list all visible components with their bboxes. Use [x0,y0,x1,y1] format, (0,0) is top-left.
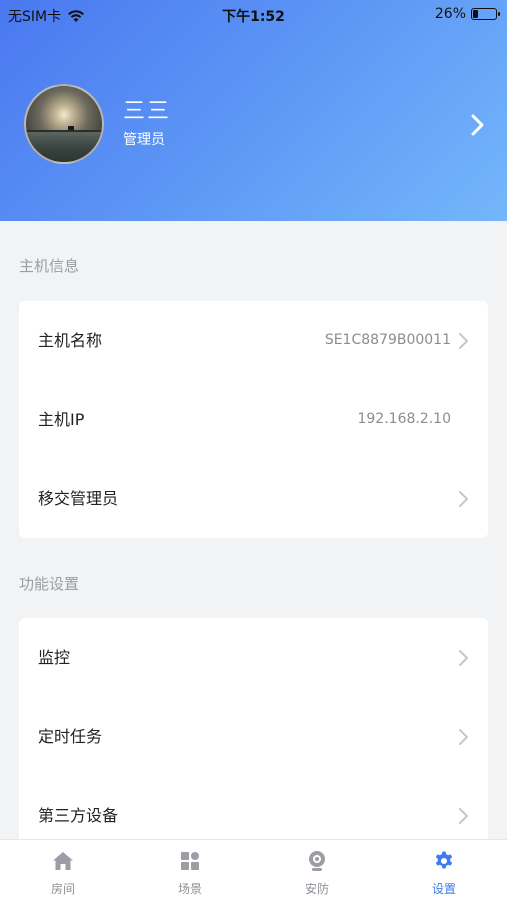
tab-settings[interactable]: 设置 [381,840,507,901]
status-time: 下午1:52 [222,9,285,25]
function-settings-card: 监控 定时任务 第三方设备 [19,618,488,858]
battery-fill [473,10,478,18]
chevron-right-icon [459,729,468,745]
row-host-name[interactable]: 主机名称 SE1C8879B00011 [19,301,488,380]
camera-icon [309,851,325,871]
avatar-horizon [26,130,102,132]
chevron-right-icon [459,650,468,666]
tab-scenes[interactable]: 场景 [127,840,253,901]
battery-percent: 26% [434,6,466,22]
row-value: SE1C8879B00011 [324,332,451,348]
tab-label: 设置 [431,882,456,896]
status-bar: 无SIM卡 下午1:52 26% [0,0,507,28]
tab-label: 场景 [177,882,202,896]
row-scheduled-tasks[interactable]: 定时任务 [19,697,488,776]
tab-bar: 房间 场景 安防 设置 [0,839,507,901]
row-label: 监控 [38,648,71,667]
section-title-host-info: 主机信息 [19,257,80,275]
row-value: 192.168.2.10 [357,411,451,427]
row-label: 移交管理员 [38,489,119,508]
host-info-card: 主机名称 SE1C8879B00011 主机IP 192.168.2.10 移交… [19,301,488,538]
battery-icon [471,8,500,20]
status-right: 26% [434,6,500,22]
home-icon [53,852,73,870]
gear-icon [435,851,453,869]
tab-security[interactable]: 安防 [254,840,380,901]
avatar-sea [26,132,102,162]
row-host-ip: 主机IP 192.168.2.10 [19,380,488,459]
user-role: 管理员 [123,132,165,148]
chevron-right-icon [459,808,468,824]
row-label: 主机IP [38,410,85,429]
avatar[interactable] [24,84,104,164]
avatar-boat [68,126,74,130]
row-label: 主机名称 [38,331,103,350]
row-monitoring[interactable]: 监控 [19,618,488,697]
profile-header: 无SIM卡 下午1:52 26% 三三 管理员 [0,0,507,221]
chevron-right-icon[interactable] [462,110,492,140]
chevron-right-icon [459,491,468,507]
grid-icon [181,852,199,870]
user-name: 三三 [123,99,172,124]
row-label: 定时任务 [38,727,103,746]
tab-label: 房间 [50,882,75,896]
chevron-right-icon [459,333,468,349]
section-title-function-settings: 功能设置 [19,575,80,593]
tab-label: 安防 [304,882,329,896]
tab-rooms[interactable]: 房间 [0,840,126,901]
row-transfer-admin[interactable]: 移交管理员 [19,459,488,538]
